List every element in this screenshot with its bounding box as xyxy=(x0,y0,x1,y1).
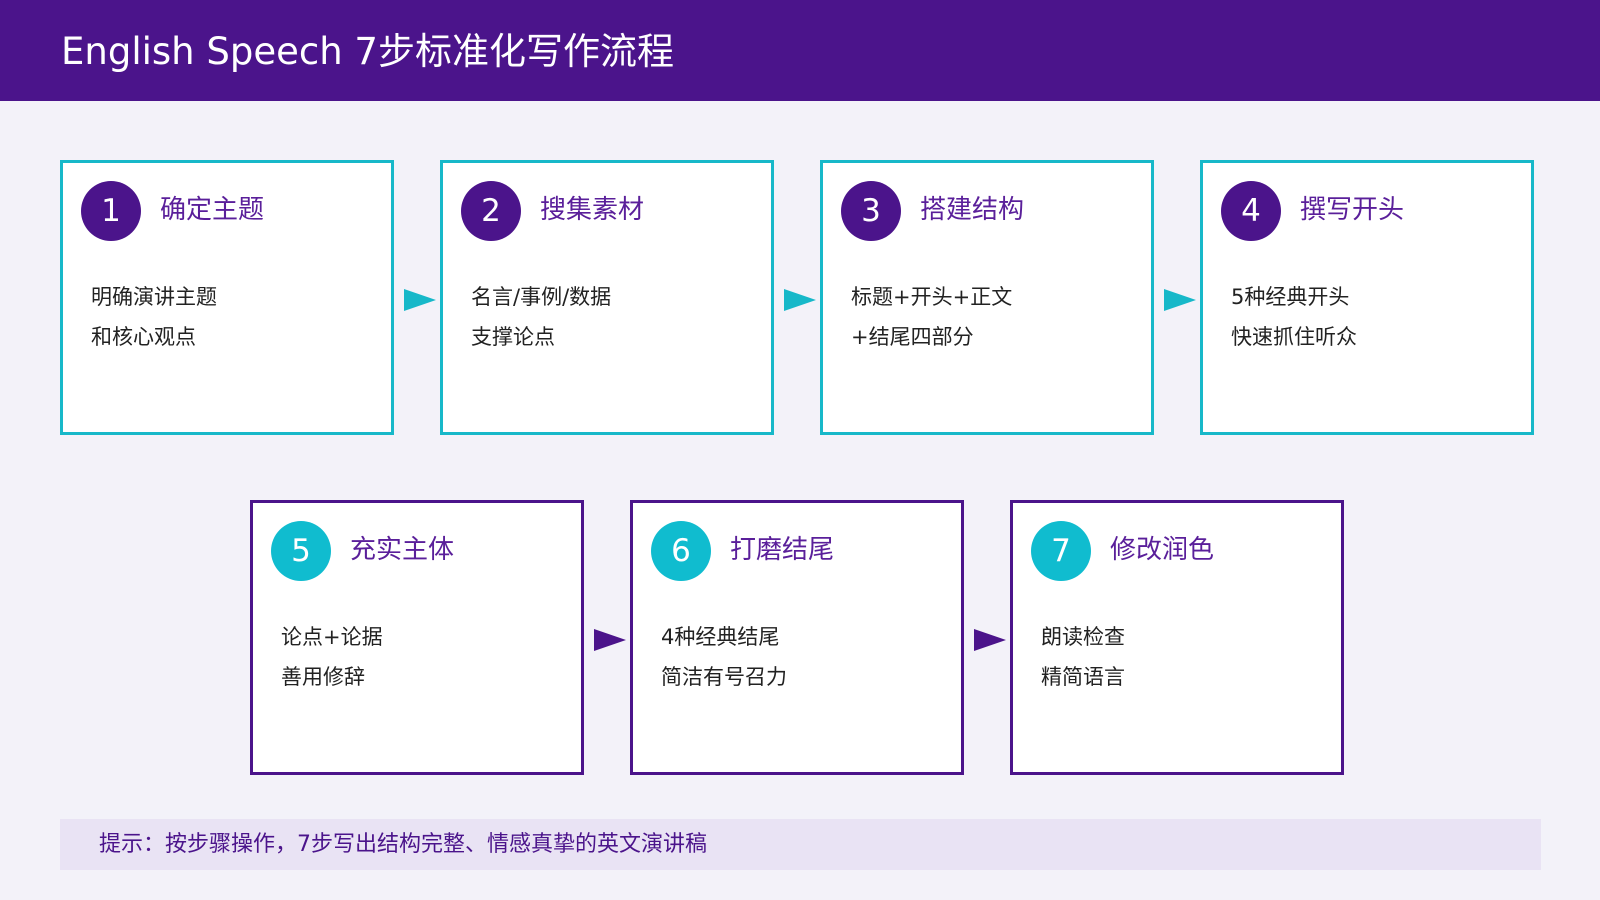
right-arrow-icon xyxy=(974,629,1006,651)
header-bar: English Speech 7步标准化写作流程 xyxy=(0,0,1600,101)
step-description-line: 标题+开头+正文 xyxy=(851,285,1013,309)
step-description: 朗读检查 精简语言 xyxy=(1041,621,1125,701)
step-description-line: 5种经典开头 xyxy=(1231,285,1350,309)
step-description-line: 快速抓住听众 xyxy=(1231,325,1357,349)
step-title: 撰写开头 xyxy=(1300,195,1405,225)
step-number-badge: 3 xyxy=(841,181,901,241)
step-description-line: 善用修辞 xyxy=(281,665,365,689)
step-description-line: 名言/事例/数据 xyxy=(471,285,612,309)
step-card-7: 7 修改润色 朗读检查 精简语言 xyxy=(1010,500,1344,775)
step-description-line: +结尾四部分 xyxy=(851,325,974,349)
step-description: 5种经典开头 快速抓住听众 xyxy=(1231,281,1357,361)
step-number-badge: 7 xyxy=(1031,521,1091,581)
step-description-line: 4种经典结尾 xyxy=(661,625,780,649)
step-number-badge: 6 xyxy=(651,521,711,581)
step-description: 论点+论据 善用修辞 xyxy=(281,621,383,701)
step-description: 名言/事例/数据 支撑论点 xyxy=(471,281,611,361)
step-card-2: 2 搜集素材 名言/事例/数据 支撑论点 xyxy=(440,160,774,435)
step-card-3: 3 搭建结构 标题+开头+正文 +结尾四部分 xyxy=(820,160,1154,435)
right-arrow-icon xyxy=(784,289,816,311)
tip-banner: 提示：按步骤操作，7步写出结构完整、情感真挚的英文演讲稿 xyxy=(60,819,1541,870)
step-description: 明确演讲主题 和核心观点 xyxy=(91,281,217,361)
step-title: 搭建结构 xyxy=(920,195,1025,225)
step-title: 充实主体 xyxy=(350,535,455,565)
step-description-line: 明确演讲主题 xyxy=(91,285,217,309)
step-card-6: 6 打磨结尾 4种经典结尾 简洁有号召力 xyxy=(630,500,964,775)
step-description-line: 和核心观点 xyxy=(91,325,196,349)
step-description-line: 朗读检查 xyxy=(1041,625,1125,649)
step-number-badge: 5 xyxy=(271,521,331,581)
right-arrow-icon xyxy=(1164,289,1196,311)
page-title: English Speech 7步标准化写作流程 xyxy=(61,30,674,73)
step-card-4: 4 撰写开头 5种经典开头 快速抓住听众 xyxy=(1200,160,1534,435)
step-description: 标题+开头+正文 +结尾四部分 xyxy=(851,281,1012,361)
right-arrow-icon xyxy=(594,629,626,651)
right-arrow-icon xyxy=(404,289,436,311)
step-title: 搜集素材 xyxy=(540,195,645,225)
step-title: 打磨结尾 xyxy=(730,535,835,565)
step-description-line: 精简语言 xyxy=(1041,665,1125,689)
step-number-badge: 2 xyxy=(461,181,521,241)
step-title: 确定主题 xyxy=(160,195,265,225)
step-number-badge: 4 xyxy=(1221,181,1281,241)
step-number-badge: 1 xyxy=(81,181,141,241)
step-card-1: 1 确定主题 明确演讲主题 和核心观点 xyxy=(60,160,394,435)
step-title: 修改润色 xyxy=(1110,535,1215,565)
tip-text: 提示：按步骤操作，7步写出结构完整、情感真挚的英文演讲稿 xyxy=(99,832,707,857)
step-description-line: 论点+论据 xyxy=(281,625,383,649)
step-description-line: 简洁有号召力 xyxy=(661,665,787,689)
step-description: 4种经典结尾 简洁有号召力 xyxy=(661,621,787,701)
step-description-line: 支撑论点 xyxy=(471,325,555,349)
step-card-5: 5 充实主体 论点+论据 善用修辞 xyxy=(250,500,584,775)
